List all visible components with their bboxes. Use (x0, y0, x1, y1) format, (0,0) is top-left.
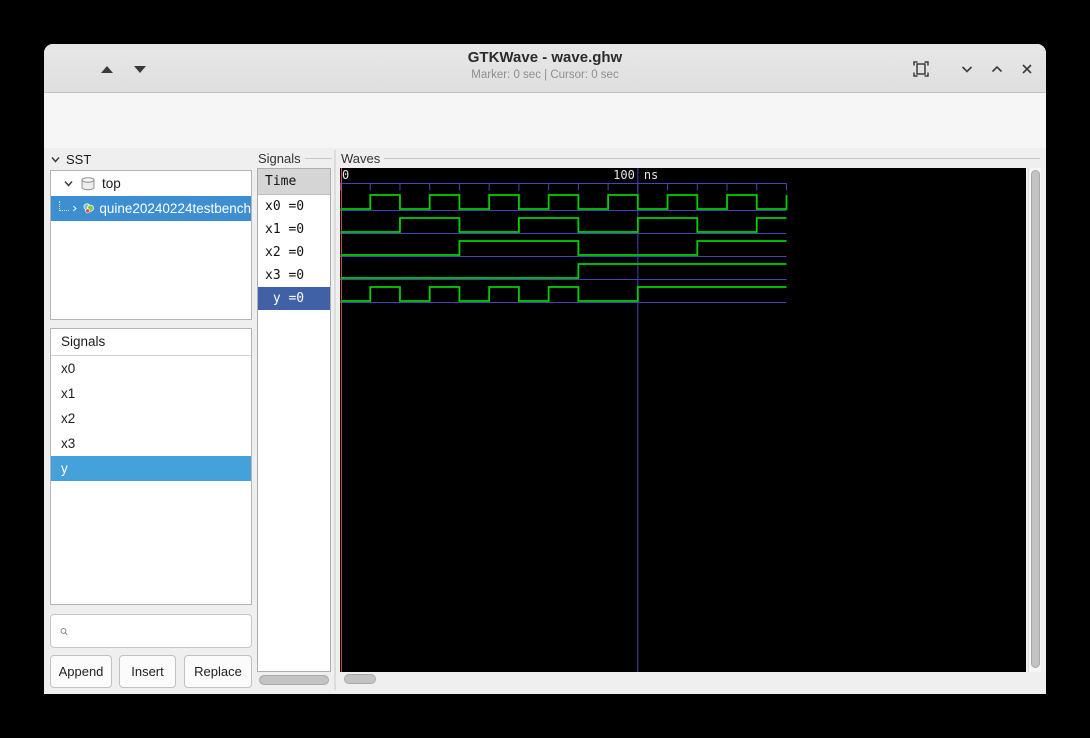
close-button[interactable] (1015, 58, 1039, 80)
scope-cylinder-icon (81, 176, 95, 190)
scrollbar-thumb[interactable] (344, 674, 376, 684)
window-title: GTKWave - wave.ghw (467, 49, 623, 66)
wave-canvas[interactable]: 0 100 ns (340, 168, 1026, 672)
close-icon (1022, 64, 1032, 74)
signal-values-panel: Time x0 =0 x1 =0 x2 =0 x3 =0 y =0 (257, 168, 331, 672)
append-button[interactable]: Append (50, 655, 112, 688)
scrollbar-thumb[interactable] (259, 675, 329, 685)
sst-tree-panel: top quine20240224testbench (50, 170, 252, 320)
value-row-x3[interactable]: x3 =0 (258, 264, 330, 287)
minimize-button[interactable] (955, 58, 979, 80)
values-horizontal-scrollbar[interactable] (258, 675, 330, 686)
signal-item-x2[interactable]: x2 (51, 406, 251, 431)
gtkwave-window: GTKWave - wave.ghw Marker: 0 sec | Curso… (44, 44, 1046, 694)
fit-window-button[interactable] (909, 58, 933, 80)
tree-branch-line (59, 200, 69, 211)
tree-node-label: top (102, 176, 121, 191)
insert-button[interactable]: Insert (119, 655, 176, 688)
frame-border-line (384, 158, 1040, 159)
waveform-plot: 0 100 ns (340, 168, 788, 672)
maximize-button[interactable] (985, 58, 1009, 80)
search-icon (60, 627, 68, 635)
fit-icon (913, 61, 929, 77)
waves-frame-label: Waves (341, 149, 1040, 167)
pane-splitter[interactable] (334, 150, 336, 690)
values-frame-label: Signals (258, 149, 332, 167)
tree-node-label: quine20240224testbench (99, 201, 251, 216)
main-content: SST top quine20240224testbench Signals x… (44, 148, 1046, 694)
chevron-up-icon (991, 65, 1003, 73)
title-bar: GTKWave - wave.ghw Marker: 0 sec | Curso… (44, 44, 1046, 93)
expander-closed-icon[interactable] (71, 203, 78, 214)
value-row-y[interactable]: y =0 (258, 287, 330, 310)
title-block: GTKWave - wave.ghw Marker: 0 sec | Curso… (44, 49, 1046, 81)
marker-cursor-status: Marker: 0 sec | Cursor: 0 sec (471, 69, 619, 81)
sst-label: SST (66, 151, 92, 167)
signal-search-box[interactable] (50, 614, 252, 648)
chevron-down-icon (961, 66, 973, 73)
waves-horizontal-scrollbar[interactable] (340, 674, 1026, 685)
signal-item-x0[interactable]: x0 (51, 356, 251, 381)
chevron-down-icon (51, 156, 60, 163)
svg-text:0: 0 (342, 168, 349, 182)
scrollbar-thumb[interactable] (1031, 170, 1040, 668)
toolbar: From: To: (44, 93, 1046, 189)
tree-node-testbench[interactable]: quine20240224testbench (51, 196, 251, 221)
signal-item-y[interactable]: y (51, 456, 251, 481)
module-icon (83, 203, 94, 214)
signals-list-header: Signals (51, 329, 251, 356)
value-row-x1[interactable]: x1 =0 (258, 218, 330, 241)
signal-item-x1[interactable]: x1 (51, 381, 251, 406)
value-row-x2[interactable]: x2 =0 (258, 241, 330, 264)
tree-node-top[interactable]: top (51, 171, 251, 196)
waves-vertical-scrollbar[interactable] (1028, 168, 1041, 672)
svg-text:100: 100 (613, 168, 635, 182)
search-input[interactable] (75, 623, 251, 639)
frame-border-line (304, 158, 332, 159)
sst-expander[interactable]: SST (50, 150, 91, 168)
svg-text:ns: ns (644, 168, 658, 182)
expander-open-icon[interactable] (63, 178, 74, 189)
value-row-x0[interactable]: x0 =0 (258, 195, 330, 218)
signal-item-x3[interactable]: x3 (51, 431, 251, 456)
replace-button[interactable]: Replace (184, 655, 252, 688)
signals-list-panel: Signals x0 x1 x2 x3 y (50, 328, 252, 605)
time-header[interactable]: Time (258, 169, 330, 195)
